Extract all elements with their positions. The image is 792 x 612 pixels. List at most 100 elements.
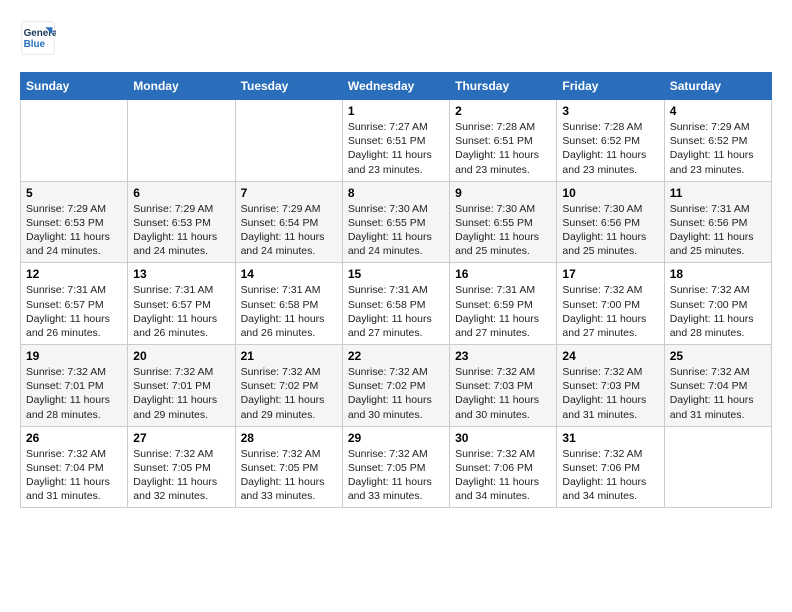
- calendar-cell: 19 Sunrise: 7:32 AM Sunset: 7:01 PM Dayli…: [21, 345, 128, 427]
- day-info: Sunrise: 7:32 AM Sunset: 7:06 PM Dayligh…: [562, 447, 658, 504]
- day-number: 27: [133, 431, 229, 445]
- day-number: 1: [348, 104, 444, 118]
- calendar-cell: 14 Sunrise: 7:31 AM Sunset: 6:58 PM Dayli…: [235, 263, 342, 345]
- svg-text:Blue: Blue: [24, 39, 46, 50]
- calendar-cell: [235, 100, 342, 182]
- day-info: Sunrise: 7:32 AM Sunset: 7:00 PM Dayligh…: [562, 283, 658, 340]
- calendar-cell: 12 Sunrise: 7:31 AM Sunset: 6:57 PM Dayli…: [21, 263, 128, 345]
- calendar-cell: 3 Sunrise: 7:28 AM Sunset: 6:52 PM Daylig…: [557, 100, 664, 182]
- calendar-cell: 2 Sunrise: 7:28 AM Sunset: 6:51 PM Daylig…: [450, 100, 557, 182]
- calendar-cell: 10 Sunrise: 7:30 AM Sunset: 6:56 PM Dayli…: [557, 181, 664, 263]
- day-number: 23: [455, 349, 551, 363]
- day-info: Sunrise: 7:30 AM Sunset: 6:56 PM Dayligh…: [562, 202, 658, 259]
- calendar-cell: 26 Sunrise: 7:32 AM Sunset: 7:04 PM Dayli…: [21, 426, 128, 508]
- logo-icon: General Blue: [20, 20, 56, 56]
- day-info: Sunrise: 7:31 AM Sunset: 6:57 PM Dayligh…: [26, 283, 122, 340]
- col-header-thursday: Thursday: [450, 73, 557, 100]
- calendar-cell: 15 Sunrise: 7:31 AM Sunset: 6:58 PM Dayli…: [342, 263, 449, 345]
- day-info: Sunrise: 7:29 AM Sunset: 6:54 PM Dayligh…: [241, 202, 337, 259]
- day-info: Sunrise: 7:32 AM Sunset: 7:01 PM Dayligh…: [133, 365, 229, 422]
- day-number: 14: [241, 267, 337, 281]
- day-info: Sunrise: 7:31 AM Sunset: 6:57 PM Dayligh…: [133, 283, 229, 340]
- day-info: Sunrise: 7:32 AM Sunset: 7:02 PM Dayligh…: [348, 365, 444, 422]
- day-info: Sunrise: 7:31 AM Sunset: 6:58 PM Dayligh…: [241, 283, 337, 340]
- calendar-cell: 11 Sunrise: 7:31 AM Sunset: 6:56 PM Dayli…: [664, 181, 771, 263]
- calendar-week-3: 12 Sunrise: 7:31 AM Sunset: 6:57 PM Dayli…: [21, 263, 772, 345]
- day-number: 15: [348, 267, 444, 281]
- day-number: 13: [133, 267, 229, 281]
- calendar-cell: 13 Sunrise: 7:31 AM Sunset: 6:57 PM Dayli…: [128, 263, 235, 345]
- calendar-cell: 30Sunrise: 7:32 AM Sunset: 7:06 PM Dayli…: [450, 426, 557, 508]
- calendar-cell: 24 Sunrise: 7:32 AM Sunset: 7:03 PM Dayli…: [557, 345, 664, 427]
- day-number: 26: [26, 431, 122, 445]
- calendar-table: SundayMondayTuesdayWednesdayThursdayFrid…: [20, 72, 772, 508]
- day-info: Sunrise: 7:28 AM Sunset: 6:52 PM Dayligh…: [562, 120, 658, 177]
- day-info: Sunrise: 7:32 AM Sunset: 7:01 PM Dayligh…: [26, 365, 122, 422]
- calendar-cell: 29Sunrise: 7:32 AM Sunset: 7:05 PM Dayli…: [342, 426, 449, 508]
- day-number: 10: [562, 186, 658, 200]
- day-number: 19: [26, 349, 122, 363]
- calendar-cell: 18Sunrise: 7:32 AM Sunset: 7:00 PM Dayli…: [664, 263, 771, 345]
- day-info: Sunrise: 7:31 AM Sunset: 6:59 PM Dayligh…: [455, 283, 551, 340]
- calendar-cell: 5 Sunrise: 7:29 AM Sunset: 6:53 PM Daylig…: [21, 181, 128, 263]
- calendar-week-1: 1 Sunrise: 7:27 AM Sunset: 6:51 PM Daylig…: [21, 100, 772, 182]
- day-info: Sunrise: 7:32 AM Sunset: 7:04 PM Dayligh…: [26, 447, 122, 504]
- calendar-cell: 7Sunrise: 7:29 AM Sunset: 6:54 PM Daylig…: [235, 181, 342, 263]
- day-number: 4: [670, 104, 766, 118]
- day-info: Sunrise: 7:32 AM Sunset: 7:04 PM Dayligh…: [670, 365, 766, 422]
- day-info: Sunrise: 7:27 AM Sunset: 6:51 PM Dayligh…: [348, 120, 444, 177]
- calendar-cell: 9Sunrise: 7:30 AM Sunset: 6:55 PM Daylig…: [450, 181, 557, 263]
- day-info: Sunrise: 7:29 AM Sunset: 6:53 PM Dayligh…: [26, 202, 122, 259]
- day-number: 11: [670, 186, 766, 200]
- col-header-monday: Monday: [128, 73, 235, 100]
- day-info: Sunrise: 7:32 AM Sunset: 7:05 PM Dayligh…: [241, 447, 337, 504]
- calendar-cell: 17 Sunrise: 7:32 AM Sunset: 7:00 PM Dayli…: [557, 263, 664, 345]
- day-number: 12: [26, 267, 122, 281]
- page-header: General Blue: [20, 20, 772, 56]
- calendar-cell: [21, 100, 128, 182]
- calendar-cell: 27 Sunrise: 7:32 AM Sunset: 7:05 PM Dayli…: [128, 426, 235, 508]
- day-number: 17: [562, 267, 658, 281]
- day-info: Sunrise: 7:32 AM Sunset: 7:05 PM Dayligh…: [133, 447, 229, 504]
- day-info: Sunrise: 7:31 AM Sunset: 6:56 PM Dayligh…: [670, 202, 766, 259]
- day-number: 2: [455, 104, 551, 118]
- day-number: 25: [670, 349, 766, 363]
- calendar-cell: [128, 100, 235, 182]
- day-info: Sunrise: 7:32 AM Sunset: 7:05 PM Dayligh…: [348, 447, 444, 504]
- day-number: 6: [133, 186, 229, 200]
- day-info: Sunrise: 7:32 AM Sunset: 7:03 PM Dayligh…: [455, 365, 551, 422]
- header-row: SundayMondayTuesdayWednesdayThursdayFrid…: [21, 73, 772, 100]
- logo: General Blue: [20, 20, 56, 56]
- day-number: 9: [455, 186, 551, 200]
- day-number: 5: [26, 186, 122, 200]
- day-info: Sunrise: 7:29 AM Sunset: 6:53 PM Dayligh…: [133, 202, 229, 259]
- col-header-sunday: Sunday: [21, 73, 128, 100]
- day-number: 3: [562, 104, 658, 118]
- day-number: 22: [348, 349, 444, 363]
- calendar-cell: 20 Sunrise: 7:32 AM Sunset: 7:01 PM Dayli…: [128, 345, 235, 427]
- day-number: 24: [562, 349, 658, 363]
- calendar-week-4: 19 Sunrise: 7:32 AM Sunset: 7:01 PM Dayli…: [21, 345, 772, 427]
- day-info: Sunrise: 7:29 AM Sunset: 6:52 PM Dayligh…: [670, 120, 766, 177]
- calendar-cell: 4 Sunrise: 7:29 AM Sunset: 6:52 PM Daylig…: [664, 100, 771, 182]
- day-info: Sunrise: 7:28 AM Sunset: 6:51 PM Dayligh…: [455, 120, 551, 177]
- calendar-cell: 1 Sunrise: 7:27 AM Sunset: 6:51 PM Daylig…: [342, 100, 449, 182]
- day-number: 28: [241, 431, 337, 445]
- calendar-cell: 8Sunrise: 7:30 AM Sunset: 6:55 PM Daylig…: [342, 181, 449, 263]
- day-info: Sunrise: 7:32 AM Sunset: 7:03 PM Dayligh…: [562, 365, 658, 422]
- calendar-cell: 25 Sunrise: 7:32 AM Sunset: 7:04 PM Dayli…: [664, 345, 771, 427]
- day-number: 31: [562, 431, 658, 445]
- calendar-cell: 22 Sunrise: 7:32 AM Sunset: 7:02 PM Dayli…: [342, 345, 449, 427]
- day-number: 21: [241, 349, 337, 363]
- calendar-cell: 16 Sunrise: 7:31 AM Sunset: 6:59 PM Dayli…: [450, 263, 557, 345]
- calendar-cell: 23 Sunrise: 7:32 AM Sunset: 7:03 PM Dayli…: [450, 345, 557, 427]
- day-number: 20: [133, 349, 229, 363]
- calendar-cell: 21 Sunrise: 7:32 AM Sunset: 7:02 PM Dayli…: [235, 345, 342, 427]
- day-info: Sunrise: 7:31 AM Sunset: 6:58 PM Dayligh…: [348, 283, 444, 340]
- day-number: 16: [455, 267, 551, 281]
- calendar-cell: 6 Sunrise: 7:29 AM Sunset: 6:53 PM Daylig…: [128, 181, 235, 263]
- col-header-tuesday: Tuesday: [235, 73, 342, 100]
- day-info: Sunrise: 7:32 AM Sunset: 7:02 PM Dayligh…: [241, 365, 337, 422]
- day-info: Sunrise: 7:32 AM Sunset: 7:00 PM Dayligh…: [670, 283, 766, 340]
- calendar-cell: 28 Sunrise: 7:32 AM Sunset: 7:05 PM Dayli…: [235, 426, 342, 508]
